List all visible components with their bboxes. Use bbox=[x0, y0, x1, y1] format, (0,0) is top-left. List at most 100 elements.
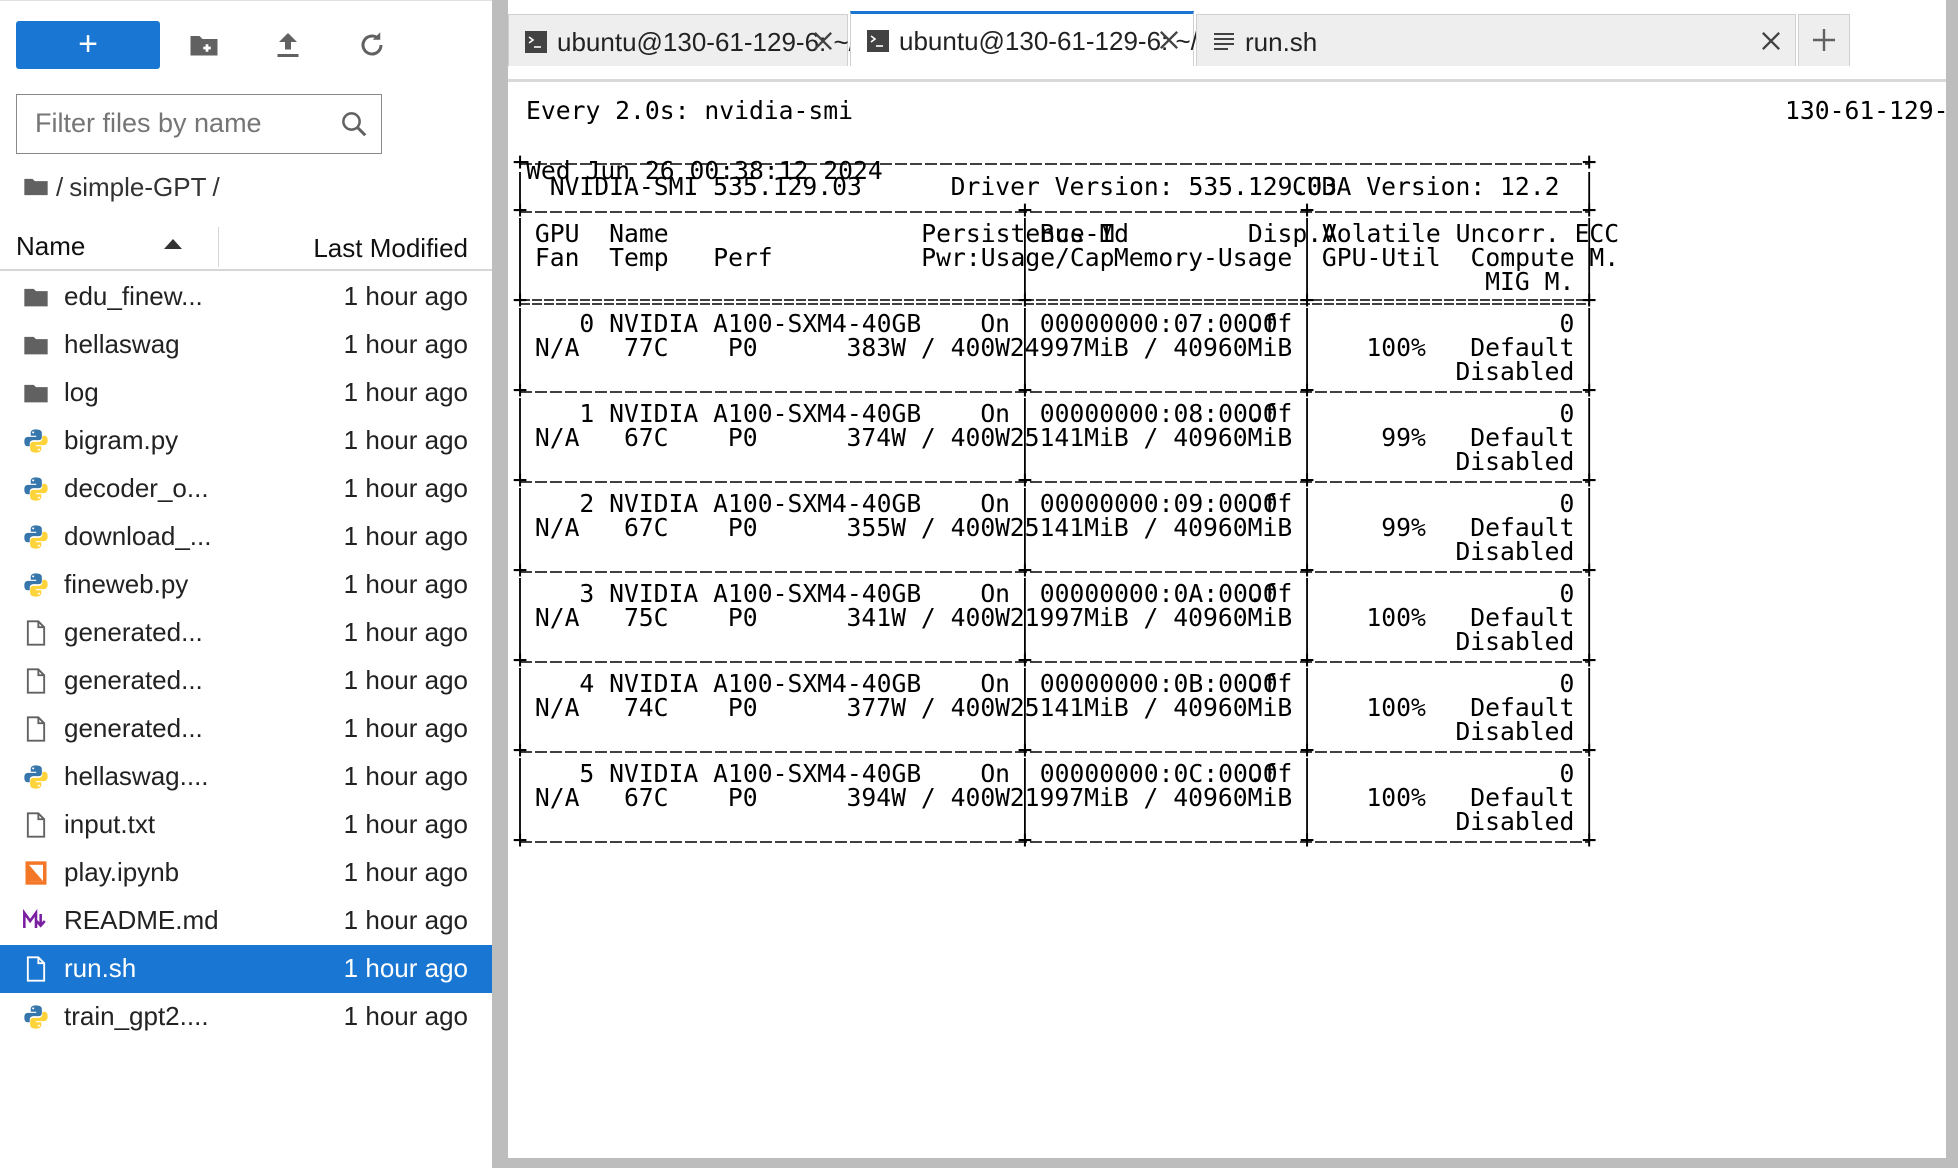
text-file-icon bbox=[26, 956, 46, 982]
cuda-version: CUDA Version: 12.2 bbox=[1292, 172, 1560, 201]
file-name: generated... bbox=[64, 665, 203, 695]
file-name: train_gpt2.... bbox=[64, 1001, 209, 1031]
file-modified: 1 hour ago bbox=[343, 377, 468, 407]
gpu-util: 100% bbox=[1366, 693, 1426, 722]
file-name: edu_finew... bbox=[64, 281, 203, 311]
gpu-mig-mode: Disabled bbox=[1455, 537, 1574, 566]
table-corner: + bbox=[1582, 825, 1597, 854]
gpu-temp: 74C bbox=[624, 693, 669, 722]
file-row[interactable]: input.txt 1 hour ago bbox=[0, 801, 492, 849]
file-row[interactable]: generated... 1 hour ago bbox=[0, 657, 492, 705]
new-launcher-button[interactable]: + bbox=[16, 21, 160, 69]
tab-run-sh[interactable]: run.sh bbox=[1196, 14, 1796, 66]
gpu-index: 5 bbox=[579, 759, 594, 788]
gpu-memory-usage: 25141MiB / 40960MiB bbox=[1010, 513, 1292, 542]
new-folder-icon bbox=[190, 36, 218, 56]
file-row[interactable]: fineweb.py 1 hour ago bbox=[0, 561, 492, 609]
gpu-power: 394W / 400W bbox=[847, 783, 1011, 812]
python-file-icon bbox=[24, 429, 48, 453]
table-corner: + bbox=[1017, 825, 1032, 854]
file-modified: 1 hour ago bbox=[343, 617, 468, 647]
file-row[interactable]: decoder_o... 1 hour ago bbox=[0, 465, 492, 513]
breadcrumb-separator: / bbox=[56, 171, 64, 202]
gpu-temp: 75C bbox=[624, 603, 669, 632]
file-row[interactable]: log 1 hour ago bbox=[0, 369, 492, 417]
file-modified: 1 hour ago bbox=[343, 329, 468, 359]
file-row[interactable]: run.sh 1 hour ago bbox=[0, 945, 492, 993]
column-header-name[interactable]: Name bbox=[16, 231, 85, 262]
file-modified: 1 hour ago bbox=[343, 761, 468, 791]
terminal-panel[interactable]: Every 2.0s: nvidia-smi 130-61-129-6 Wed … bbox=[508, 82, 1946, 1158]
file-row[interactable]: edu_finew... 1 hour ago bbox=[0, 273, 492, 321]
gpu-mig-mode: Disabled bbox=[1455, 357, 1574, 386]
column-divider[interactable] bbox=[218, 227, 219, 267]
search-icon bbox=[342, 112, 367, 137]
file-row[interactable]: hellaswag 1 hour ago bbox=[0, 321, 492, 369]
refresh-icon bbox=[361, 32, 383, 56]
gpu-mig-mode: Disabled bbox=[1455, 807, 1574, 836]
gpu-power: 341W / 400W bbox=[847, 603, 1011, 632]
text-file-icon bbox=[26, 668, 46, 694]
gpu-temp: 77C bbox=[624, 333, 669, 362]
gpu-fan: N/A bbox=[535, 513, 580, 542]
header-fan-temp-perf-power: Fan Temp Perf Pwr:Usage/Cap bbox=[535, 243, 1115, 272]
file-row[interactable]: generated... 1 hour ago bbox=[0, 609, 492, 657]
file-row[interactable]: train_gpt2.... 1 hour ago bbox=[0, 993, 492, 1041]
file-modified: 1 hour ago bbox=[343, 521, 468, 551]
file-row[interactable]: download_... 1 hour ago bbox=[0, 513, 492, 561]
column-header-last-modified[interactable]: Last Modified bbox=[313, 233, 468, 264]
gpu-fan: N/A bbox=[535, 333, 580, 362]
file-row[interactable]: README.md 1 hour ago bbox=[0, 897, 492, 945]
file-row[interactable]: bigram.py 1 hour ago bbox=[0, 417, 492, 465]
file-name: play.ipynb bbox=[64, 857, 180, 887]
file-list-header: Name Last Modified bbox=[0, 223, 492, 271]
file-modified: 1 hour ago bbox=[343, 809, 468, 839]
file-modified: 1 hour ago bbox=[343, 281, 468, 311]
gpu-util: 99% bbox=[1381, 513, 1426, 542]
folder-icon bbox=[24, 288, 48, 307]
nvidia-smi-table: + + NVIDIA-SMI 535.129.03 Driver Version: 5… bbox=[513, 147, 1620, 854]
new-folder-button[interactable] bbox=[186, 27, 222, 63]
python-file-icon bbox=[24, 1005, 48, 1029]
new-tab-button[interactable] bbox=[1798, 14, 1850, 66]
gpu-mig-mode: Disabled bbox=[1455, 717, 1574, 746]
home-folder-icon[interactable] bbox=[22, 173, 50, 201]
text-file-icon bbox=[26, 812, 46, 838]
gpu-memory-usage: 24997MiB / 40960MiB bbox=[1010, 333, 1292, 362]
gpu-memory-usage: 21997MiB / 40960MiB bbox=[1010, 603, 1292, 632]
gpu-util: 100% bbox=[1366, 783, 1426, 812]
search-input[interactable] bbox=[17, 95, 335, 151]
gpu-fan: N/A bbox=[535, 423, 580, 452]
panel-splitter[interactable] bbox=[492, 0, 508, 1168]
refresh-button[interactable] bbox=[354, 27, 390, 63]
tab-terminal-2[interactable]: ubuntu@130-61-129-6: ~/s bbox=[850, 11, 1211, 66]
upload-button[interactable] bbox=[270, 27, 306, 63]
gpu-fan: N/A bbox=[535, 603, 580, 632]
file-browser: + / simple-GPT / Name bbox=[0, 0, 492, 1168]
file-name: download_... bbox=[64, 521, 212, 551]
file-name: generated... bbox=[64, 617, 203, 647]
file-row[interactable]: hellaswag.... 1 hour ago bbox=[0, 753, 492, 801]
gpu-index: 4 bbox=[579, 669, 594, 698]
gpu-temp: 67C bbox=[624, 783, 669, 812]
file-row[interactable]: generated... 1 hour ago bbox=[0, 705, 492, 753]
gpu-index: 3 bbox=[579, 579, 594, 608]
gpu-perf: P0 bbox=[728, 423, 758, 452]
gpu-memory-usage: 25141MiB / 40960MiB bbox=[1010, 693, 1292, 722]
window-frame bbox=[1946, 0, 1958, 1168]
upload-icon bbox=[277, 33, 299, 57]
gpu-power: 377W / 400W bbox=[847, 693, 1011, 722]
gpu-index: 0 bbox=[579, 309, 594, 338]
sort-ascending-icon bbox=[164, 239, 182, 249]
tab-terminal-1[interactable]: ubuntu@130-61-129-6: ~/s bbox=[508, 14, 869, 66]
python-file-icon bbox=[24, 477, 48, 501]
close-icon[interactable] bbox=[1757, 27, 1785, 55]
close-icon[interactable] bbox=[1155, 26, 1183, 54]
breadcrumb-folder[interactable]: simple-GPT bbox=[69, 172, 206, 203]
text-file-icon bbox=[26, 620, 46, 646]
header-memory-usage: Memory-Usage bbox=[1114, 243, 1292, 272]
file-row[interactable]: play.ipynb 1 hour ago bbox=[0, 849, 492, 897]
markdown-icon bbox=[23, 908, 46, 928]
file-modified: 1 hour ago bbox=[343, 857, 468, 887]
close-icon[interactable] bbox=[809, 27, 837, 55]
